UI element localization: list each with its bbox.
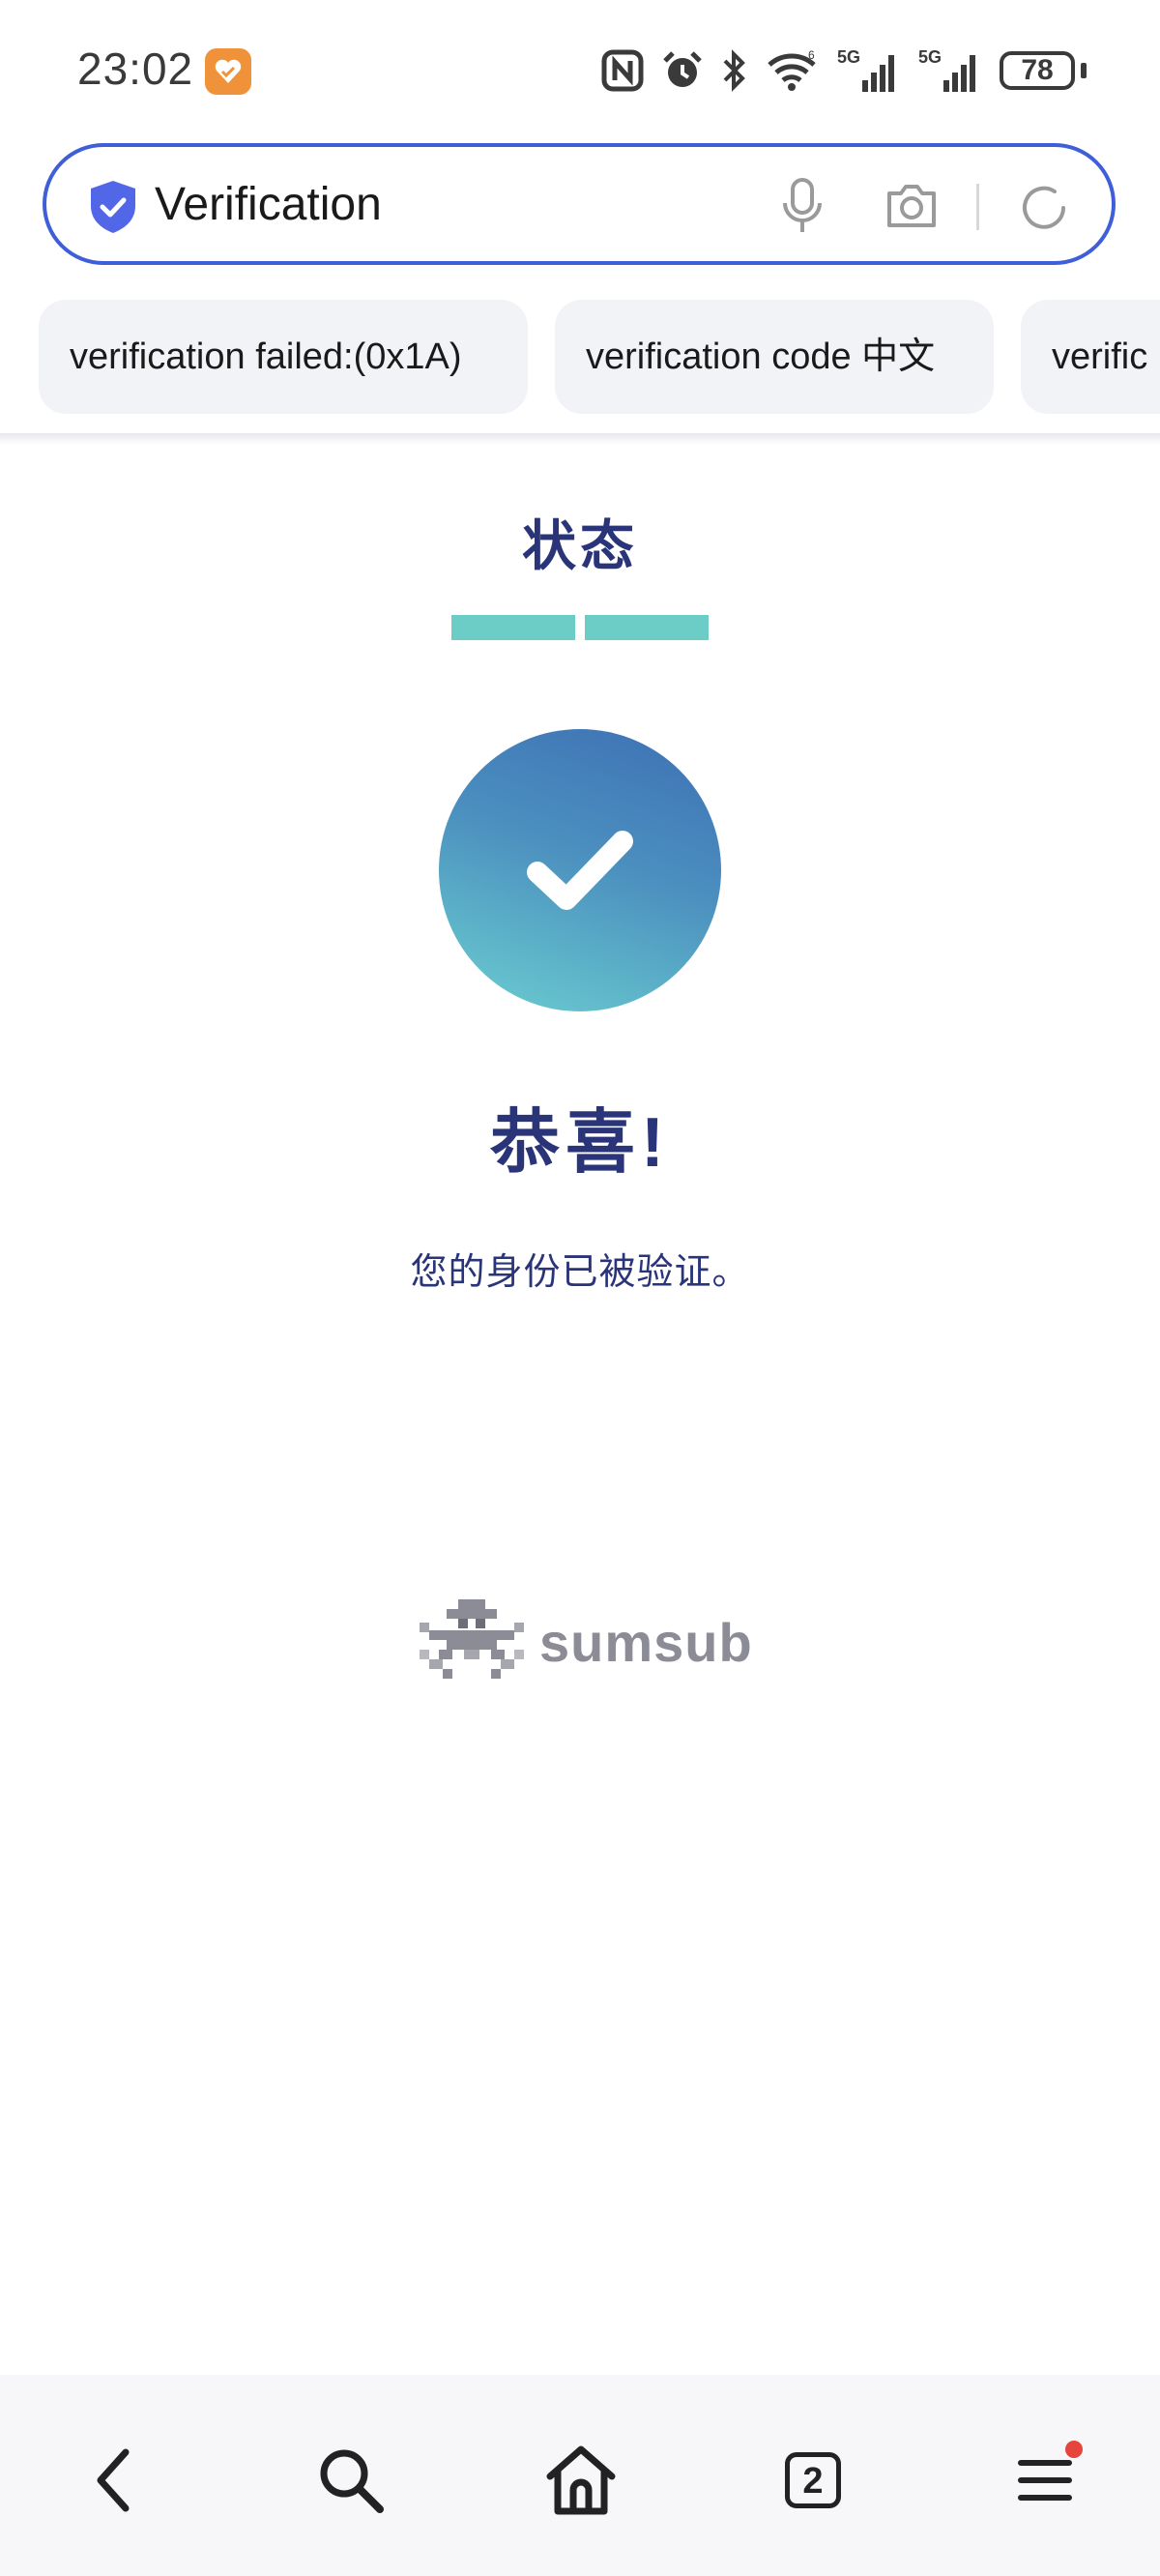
suggestion-chip[interactable]: verification failed:(0x1A) <box>39 300 528 414</box>
back-icon <box>97 2448 130 2512</box>
suggestion-chip[interactable]: verific <box>1021 300 1160 414</box>
home-icon <box>546 2445 616 2515</box>
suggestion-chip[interactable]: verification code 中文 <box>555 300 994 414</box>
wifi-icon: 6 <box>768 49 816 91</box>
status-time: 23:02 <box>77 44 194 94</box>
camera-icon[interactable] <box>884 182 940 230</box>
refresh-icon[interactable] <box>1018 182 1070 234</box>
menu-button[interactable] <box>1001 2437 1088 2524</box>
signal-5g-icon: 5G <box>837 47 894 92</box>
header-shadow <box>0 433 1160 445</box>
svg-text:5G: 5G <box>918 47 942 67</box>
svg-text:5G: 5G <box>837 47 860 67</box>
battery-nub <box>1081 63 1087 78</box>
search-button[interactable] <box>307 2437 394 2524</box>
verification-message: 您的身份已被验证。 <box>410 1252 750 1293</box>
suggestion-chips: verification failed:(0x1A) verification … <box>0 300 1160 416</box>
progress-segment <box>451 615 575 640</box>
sumsub-brand: sumsub <box>420 1599 752 1686</box>
nfc-icon <box>601 49 644 92</box>
status-bar: 23:02 6 5G 5G 78 <box>0 0 1160 135</box>
signal-5g-icon: 5G <box>918 47 975 92</box>
success-check-icon <box>439 729 721 1011</box>
progress-segment <box>585 615 709 640</box>
mic-icon[interactable] <box>781 178 824 236</box>
sumsub-logo-icon <box>420 1599 524 1679</box>
home-button[interactable] <box>537 2437 624 2524</box>
progress-indicator <box>451 615 709 640</box>
battery-icon: 78 <box>1000 51 1075 90</box>
app-notification-icon <box>205 48 251 95</box>
alarm-icon <box>663 51 702 87</box>
success-heading: 恭喜! <box>490 1104 670 1182</box>
search-input[interactable]: Verification <box>155 178 382 231</box>
svg-text:6: 6 <box>808 49 815 62</box>
search-bar[interactable]: Verification <box>43 143 1116 265</box>
bottom-navigation: 2 <box>0 2375 1160 2576</box>
brand-name: sumsub <box>539 1612 753 1673</box>
bluetooth-icon <box>723 49 745 92</box>
tabs-button[interactable]: 2 <box>769 2437 856 2524</box>
search-icon <box>320 2449 384 2513</box>
menu-icon <box>1018 2460 1072 2501</box>
tabs-icon: 2 <box>785 2452 841 2508</box>
shield-icon <box>91 181 135 233</box>
page-title: 状态 <box>522 515 638 576</box>
notification-dot <box>1065 2441 1083 2458</box>
search-divider <box>976 184 979 230</box>
back-button[interactable] <box>70 2437 157 2524</box>
